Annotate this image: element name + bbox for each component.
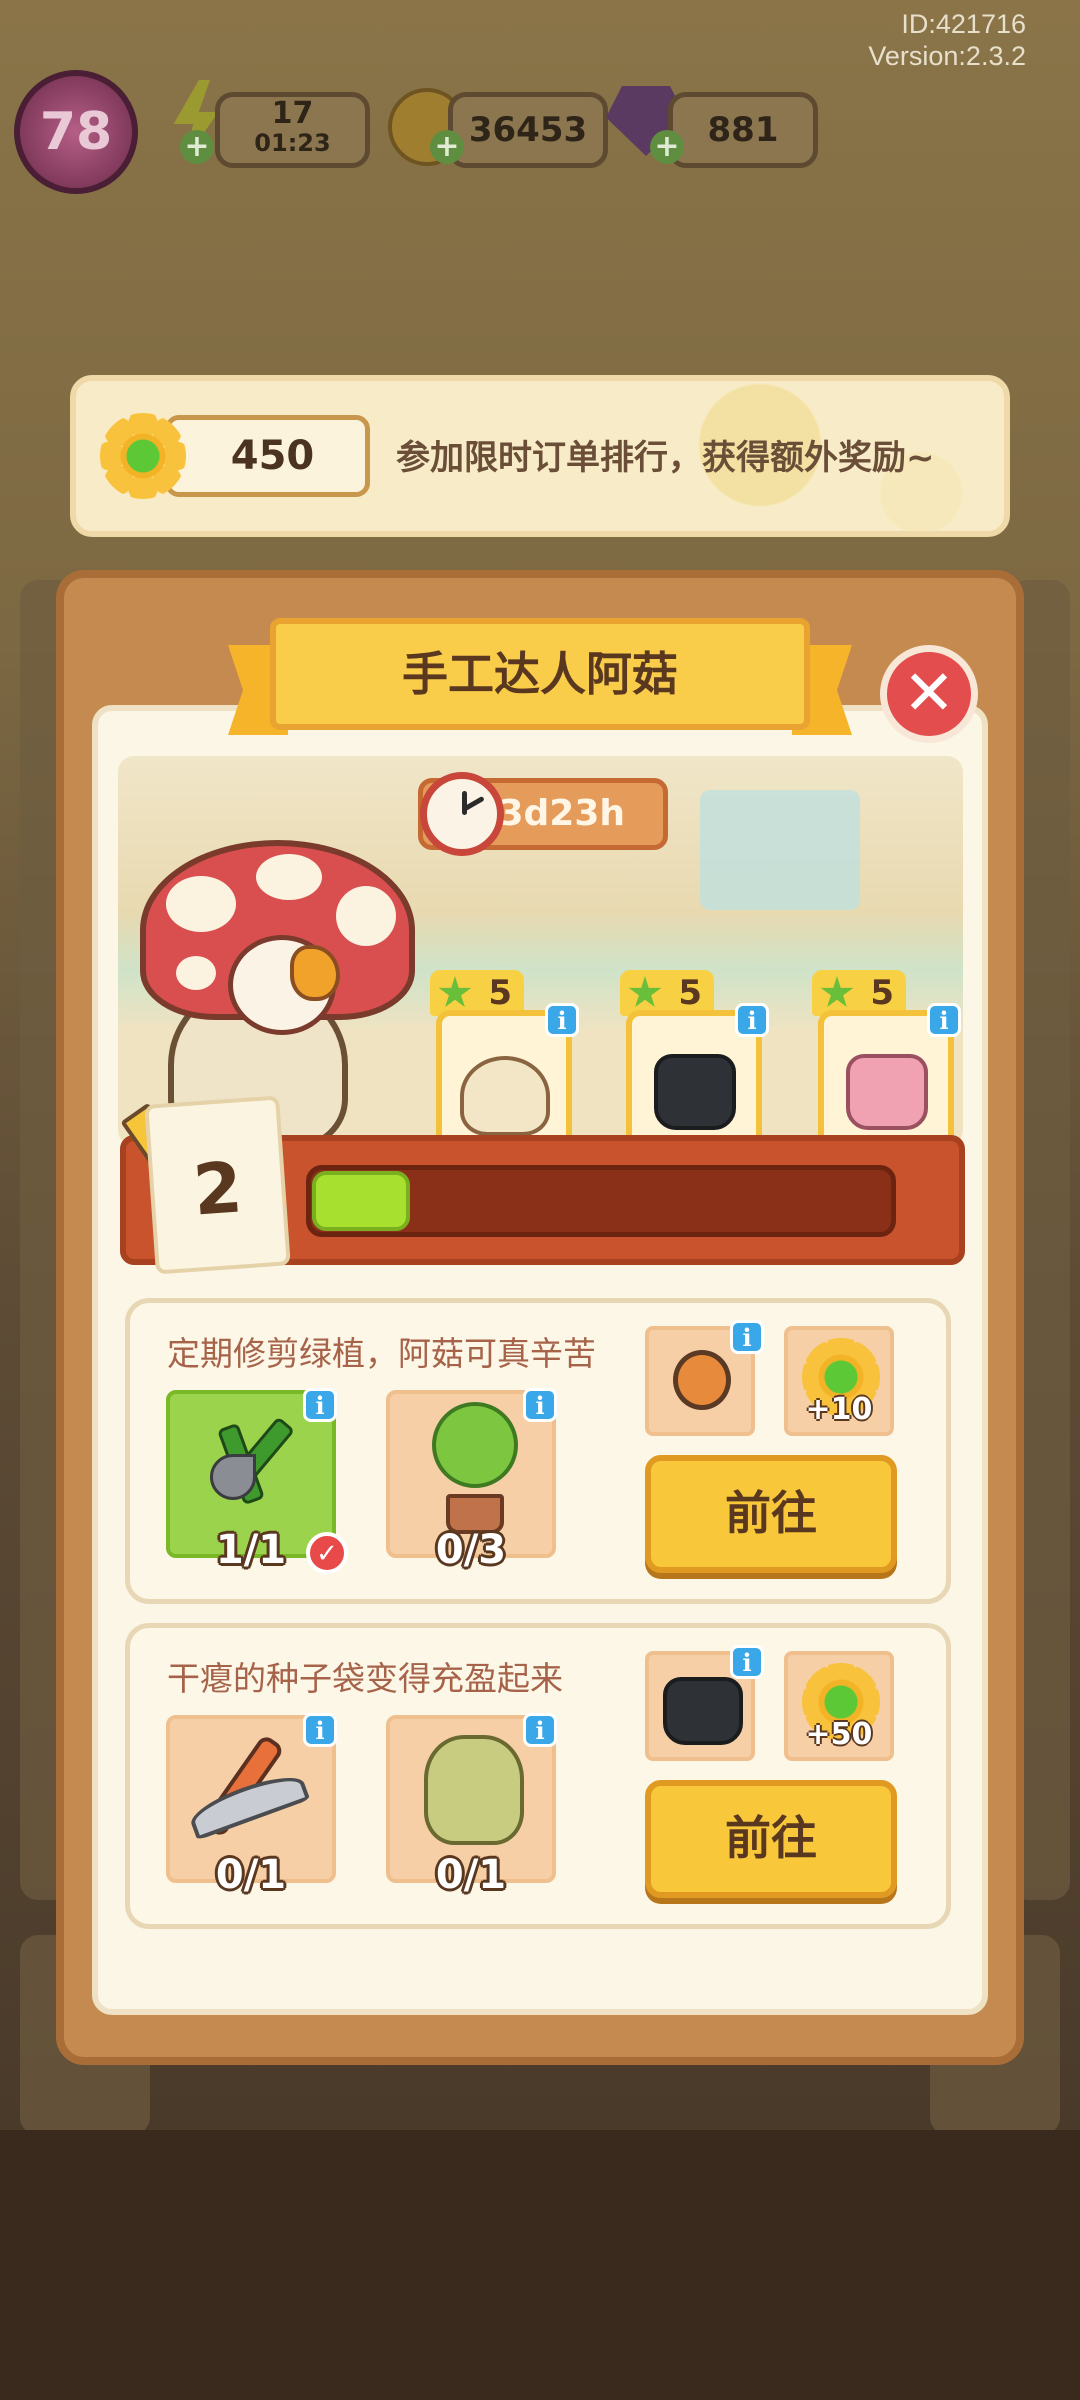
pruning-shears-icon: [200, 1414, 310, 1506]
goods-stars: 5: [870, 973, 894, 1013]
build-info: ID:421716 Version:2.3.2: [868, 8, 1026, 72]
add-gems-button[interactable]: +: [650, 130, 684, 164]
gem-counter[interactable]: 881: [668, 92, 818, 168]
progress-level: 2: [190, 1146, 245, 1232]
event-timer-value: 3d23h: [498, 793, 625, 834]
info-icon[interactable]: i: [730, 1645, 764, 1679]
progress-fill: [312, 1171, 410, 1231]
info-icon[interactable]: i: [303, 1388, 337, 1422]
app-version: Version:2.3.2: [868, 41, 1026, 71]
pink-bag-icon: [846, 1054, 928, 1130]
add-energy-button[interactable]: +: [180, 130, 214, 164]
potted-tree-icon: [432, 1402, 518, 1488]
go-button[interactable]: 前往: [645, 1780, 897, 1898]
gem-value: 881: [707, 110, 779, 150]
sewing-basket-icon: [700, 790, 860, 910]
reward-amount: +50: [805, 1717, 873, 1752]
task-item-count: 0/3: [435, 1527, 507, 1573]
progress-level-note: 2: [144, 1095, 291, 1275]
bread-icon: [460, 1056, 550, 1136]
add-coins-button[interactable]: +: [430, 130, 464, 164]
cap-spot: [166, 876, 236, 932]
star-icon: [438, 976, 472, 1007]
task-item-count: 0/1: [215, 1852, 287, 1898]
info-icon[interactable]: i: [730, 1320, 764, 1354]
energy-timer: 01:23: [254, 129, 331, 157]
star-icon: [820, 976, 854, 1007]
task-title: 干瘪的种子袋变得充盈起来: [167, 1659, 563, 1698]
task-title: 定期修剪绿植，阿菇可真辛苦: [167, 1334, 596, 1373]
black-bag-icon: [663, 1677, 743, 1745]
energy-value: 17: [271, 96, 314, 131]
banner-message: 参加限时订单排行，获得额外奖励~: [396, 438, 935, 478]
reward-amount: +10: [805, 1392, 873, 1427]
info-icon[interactable]: i: [927, 1003, 961, 1037]
go-button[interactable]: 前往: [645, 1455, 897, 1573]
coin-counter[interactable]: 36453: [448, 92, 608, 168]
energy-counter[interactable]: 17 01:23: [215, 92, 370, 168]
info-icon[interactable]: i: [545, 1003, 579, 1037]
info-icon[interactable]: i: [735, 1003, 769, 1037]
clock-icon: [420, 772, 504, 856]
pocket-watch-icon: [673, 1350, 731, 1410]
banner-points: 450: [165, 415, 370, 497]
star-icon: [628, 976, 662, 1007]
bear-plush-icon: [424, 1735, 524, 1845]
player-level: 78: [39, 102, 113, 162]
info-icon[interactable]: i: [303, 1713, 337, 1747]
coin-value: 36453: [468, 110, 588, 150]
event-title: 手工达人阿菇: [270, 618, 810, 730]
banner-points-value: 450: [230, 433, 315, 479]
background-floor: [0, 2130, 1080, 2400]
cap-spot: [176, 956, 216, 990]
goods-stars: 5: [678, 973, 702, 1013]
clock-hour-hand: [462, 791, 467, 815]
check-icon: ✓: [306, 1532, 348, 1574]
cap-spot: [256, 854, 322, 900]
player-id: ID:421716: [901, 9, 1026, 39]
goods-stars: 5: [488, 973, 512, 1013]
black-bag-icon: [654, 1054, 736, 1130]
task-item-count: 0/1: [435, 1852, 507, 1898]
info-icon[interactable]: i: [523, 1713, 557, 1747]
info-icon[interactable]: i: [523, 1388, 557, 1422]
flower-point-icon: [100, 413, 186, 499]
cap-spot: [336, 886, 396, 946]
close-button[interactable]: ✕: [880, 645, 978, 743]
player-level-badge[interactable]: 78: [14, 70, 138, 194]
